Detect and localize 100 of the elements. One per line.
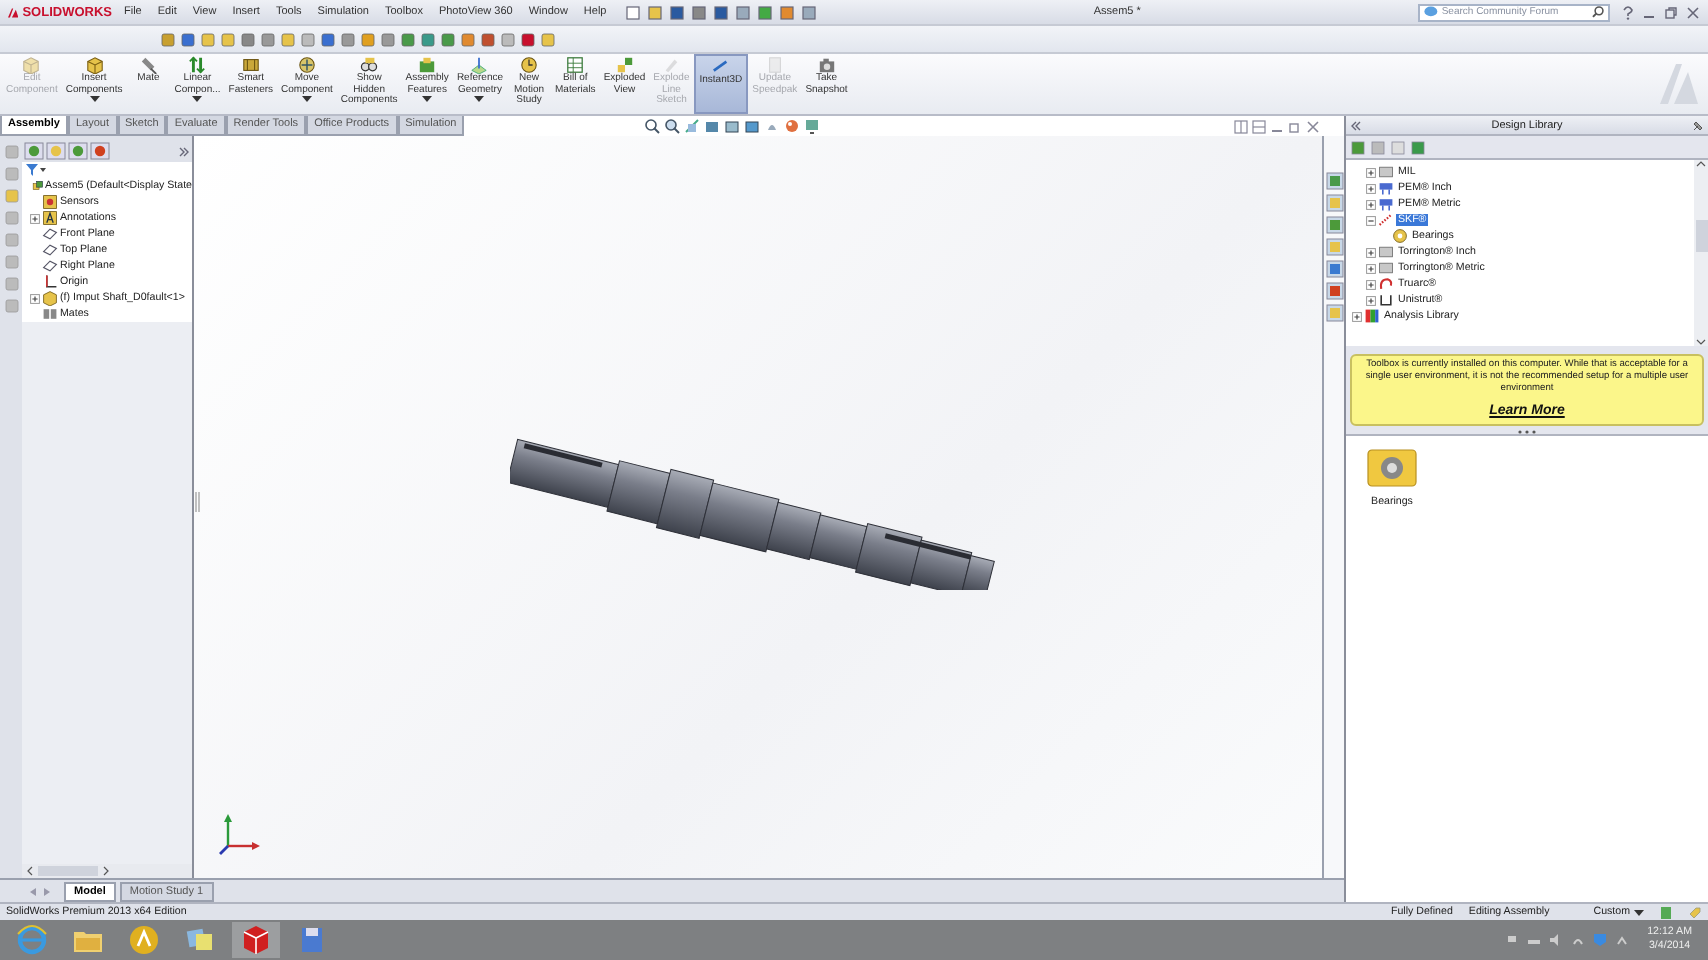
tray-expand-icon[interactable] <box>1615 934 1628 946</box>
toolbar-tile-icon[interactable] <box>380 31 396 47</box>
tool-tile-icon[interactable] <box>3 298 19 314</box>
sheet-icon <box>765 56 784 74</box>
expander-icon[interactable] <box>30 293 40 303</box>
box-icon[interactable] <box>704 118 721 134</box>
origin-icon <box>42 274 58 290</box>
scroll-right-icon[interactable] <box>102 866 110 876</box>
toolbar-tile-icon[interactable] <box>500 31 516 47</box>
expand-icon[interactable] <box>178 145 190 157</box>
caret-icon[interactable] <box>474 96 485 103</box>
expander-icon[interactable] <box>1366 295 1376 305</box>
tool-tile-icon[interactable] <box>3 232 19 248</box>
toolbar-tile-icon[interactable] <box>758 5 773 19</box>
zoom-icon[interactable] <box>644 118 661 134</box>
toolbar-tile-icon[interactable] <box>420 31 436 47</box>
toolbar-tile-icon[interactable] <box>300 31 316 47</box>
search-icon <box>1592 6 1604 18</box>
caret-icon[interactable] <box>89 96 100 103</box>
toolbar-tile-icon[interactable] <box>320 31 336 47</box>
assembly-icon <box>31 178 44 194</box>
ruler-icon <box>711 58 730 76</box>
caret-icon[interactable] <box>301 96 312 103</box>
toolbar-tile-icon[interactable] <box>736 5 751 19</box>
bearing-folder-icon[interactable] <box>1366 448 1418 488</box>
toolbar-tile-icon[interactable] <box>670 5 685 19</box>
zoom-icon[interactable] <box>664 118 681 134</box>
part-icon <box>42 290 58 306</box>
pin-icon[interactable] <box>1692 119 1704 131</box>
expander-icon[interactable] <box>1366 279 1376 289</box>
expander-icon[interactable] <box>1366 167 1376 177</box>
annotation-icon <box>42 210 58 226</box>
toolbar-tile-icon[interactable] <box>648 5 663 19</box>
toolbar-tile-icon[interactable] <box>626 5 641 19</box>
toolbar-tile-icon[interactable] <box>440 31 456 47</box>
logo-icon <box>8 5 19 19</box>
scroll-thumb[interactable] <box>38 866 98 876</box>
toolbar-tile-icon[interactable] <box>280 31 296 47</box>
sphere-icon[interactable] <box>784 118 801 134</box>
tool-tile-icon[interactable] <box>3 276 19 292</box>
cube-icon <box>238 922 274 958</box>
tool-tile-icon[interactable] <box>3 144 19 160</box>
filter-icon[interactable] <box>26 164 46 176</box>
collapse-icon[interactable] <box>1350 119 1362 131</box>
taskbar-button[interactable] <box>232 922 280 958</box>
table-icon <box>566 56 585 74</box>
toolbar-tile-icon[interactable] <box>340 31 356 47</box>
expander-icon[interactable] <box>30 213 40 223</box>
monitor-icon[interactable] <box>804 118 821 134</box>
toolbar-tile-icon[interactable] <box>480 31 496 47</box>
caret-icon[interactable] <box>192 96 203 103</box>
toolbar-tile-icon[interactable] <box>220 31 236 47</box>
caret-icon[interactable] <box>422 96 433 103</box>
cube-icon <box>22 56 41 74</box>
toolbar-tile-icon[interactable] <box>260 31 276 47</box>
clock-icon <box>520 56 539 74</box>
toolbar-tile-icon[interactable] <box>460 31 476 47</box>
expander-icon[interactable] <box>1366 199 1376 209</box>
expander-icon[interactable] <box>1366 247 1376 257</box>
toolbar-tile-icon[interactable] <box>802 5 817 19</box>
toolbar-tile-icon[interactable] <box>780 5 795 19</box>
scroll-down-icon[interactable] <box>1696 338 1706 346</box>
expander-icon[interactable] <box>1352 311 1362 321</box>
horizontal-scrollbar[interactable] <box>22 864 192 878</box>
scroll-thumb[interactable] <box>1695 220 1707 252</box>
scroll-left-icon[interactable] <box>26 866 34 876</box>
scroll-up-icon[interactable] <box>1696 160 1706 168</box>
restore-icon[interactable] <box>1288 119 1302 133</box>
disc-icon <box>126 922 162 958</box>
toolbar-tile-icon[interactable] <box>520 31 536 47</box>
expander-icon[interactable] <box>1366 215 1376 225</box>
help-icon[interactable] <box>1622 5 1634 19</box>
tool-tile-icon[interactable] <box>3 166 19 182</box>
tool-tile-icon[interactable] <box>3 210 19 226</box>
expander-icon[interactable] <box>1366 263 1376 273</box>
toolbar-tile-icon[interactable] <box>200 31 216 47</box>
toolbar-tile-icon[interactable] <box>240 31 256 47</box>
caret-icon[interactable] <box>1634 909 1644 915</box>
tile-windows-icon[interactable] <box>1252 119 1266 133</box>
axis-triad-drawing <box>216 812 264 860</box>
rebuild-icon[interactable] <box>1660 905 1672 919</box>
toolbar-tile-icon[interactable] <box>180 31 196 47</box>
speaker-icon[interactable] <box>1549 934 1562 946</box>
toolbar-tile-icon[interactable] <box>692 5 707 19</box>
toolbar-tile-icon[interactable] <box>360 31 376 47</box>
split-handle-icon[interactable] <box>194 492 200 512</box>
expander-icon[interactable] <box>1366 183 1376 193</box>
toolbar-tile-icon[interactable] <box>160 31 176 47</box>
close-icon[interactable] <box>1306 119 1320 133</box>
toolbar-tile-icon[interactable] <box>400 31 416 47</box>
tool-tile-icon[interactable] <box>3 254 19 270</box>
close-icon[interactable] <box>1686 5 1700 19</box>
vertical-scrollbar[interactable] <box>1694 160 1708 346</box>
signal-icon[interactable] <box>1571 934 1584 946</box>
tool-tile-icon[interactable] <box>3 188 19 204</box>
tile-windows-icon[interactable] <box>1234 119 1248 133</box>
toolbar-tile-icon[interactable] <box>540 31 556 47</box>
restore-icon[interactable] <box>1664 5 1678 19</box>
camera-icon <box>817 56 836 74</box>
toolbar-tile-icon[interactable] <box>714 5 729 19</box>
